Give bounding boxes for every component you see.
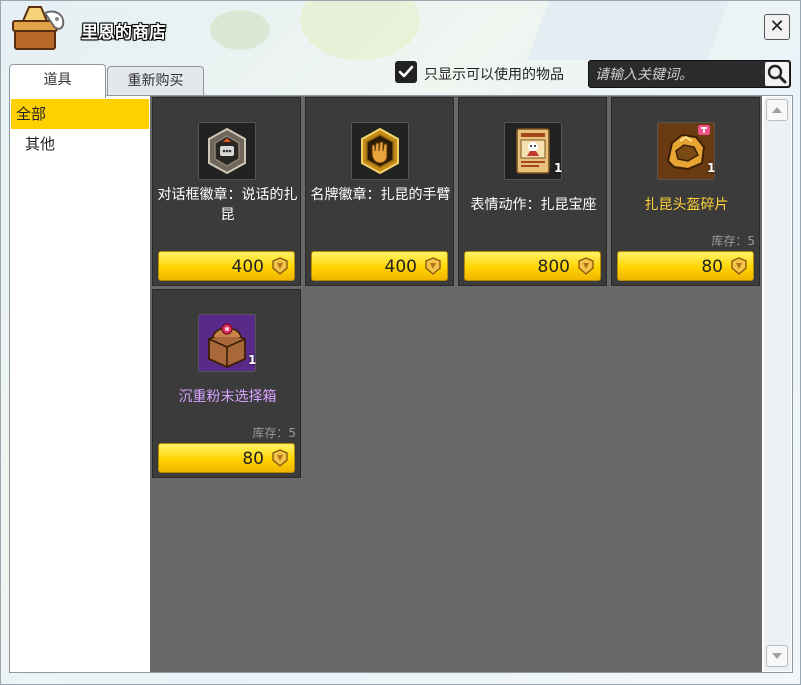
item-card[interactable]: 名牌徽章：扎昆的手臂 400 — [305, 97, 454, 286]
coin-icon — [272, 257, 288, 275]
item-icon-frame — [198, 122, 256, 180]
usable-only-checkbox[interactable] — [395, 61, 417, 83]
item-price: 400 — [231, 257, 264, 277]
item-card[interactable]: 1 扎昆头盔碎片 库存：5 80 — [611, 97, 760, 286]
item-card[interactable]: 1 沉重粉末选择箱 库存：5 80 — [152, 289, 301, 478]
search-icon — [767, 64, 787, 84]
close-icon: ✕ — [769, 16, 785, 37]
item-stock: 库存：5 — [252, 426, 296, 440]
item-icon-frame — [351, 122, 409, 180]
item-name: 扎昆头盔碎片 — [644, 197, 729, 213]
item-price: 80 — [701, 257, 723, 277]
buy-price-button[interactable]: 80 — [158, 443, 295, 473]
buy-price-button[interactable]: 800 — [464, 251, 601, 281]
item-card[interactable]: 对话框徽章：说话的扎昆 400 — [152, 97, 301, 286]
item-grid: 对话框徽章：说话的扎昆 400 名牌徽章：扎昆的手臂 400 1 表情动作：扎昆… — [150, 96, 762, 672]
close-button[interactable]: ✕ — [764, 14, 790, 40]
tab-items[interactable]: 道具 — [9, 64, 106, 98]
item-quantity: 1 — [248, 353, 257, 367]
item-price: 80 — [242, 449, 264, 469]
vertical-scrollbar[interactable] — [764, 97, 791, 671]
item-name: 沉重粉末选择箱 — [178, 389, 277, 405]
powder-box-icon — [199, 315, 255, 371]
coin-icon — [425, 257, 441, 275]
category-item-other[interactable]: 其他 — [11, 129, 149, 159]
title-bar[interactable]: 里恩的商店 ✕ — [1, 1, 801, 55]
item-name: 表情动作：扎昆宝座 — [470, 197, 597, 213]
arrow-down-icon — [772, 653, 782, 659]
buy-price-button[interactable]: 400 — [311, 251, 448, 281]
window-title: 里恩的商店 — [81, 23, 166, 43]
coin-icon — [578, 257, 594, 275]
shop-window: 里恩的商店 ✕ 道具 重新购买 只显示可以使用的物品 全部 其他 — [0, 0, 801, 685]
category-item-all[interactable]: 全部 — [11, 99, 149, 129]
item-name: 名牌徽章：扎昆的手臂 — [310, 187, 451, 203]
buy-price-button[interactable]: 400 — [158, 251, 295, 281]
arrow-up-icon — [772, 107, 782, 113]
tab-rebuy[interactable]: 重新购买 — [107, 66, 204, 96]
shop-stall-icon — [12, 6, 65, 50]
chat-badge-icon — [208, 127, 246, 175]
coin-icon — [272, 449, 288, 467]
item-price: 400 — [384, 257, 417, 277]
scroll-up-button[interactable] — [766, 99, 788, 121]
scroll-down-button[interactable] — [766, 645, 788, 667]
usable-only-label: 只显示可以使用的物品 — [424, 67, 564, 83]
item-name: 对话框徽章：说话的扎昆 — [157, 187, 298, 223]
item-stock: 库存：5 — [711, 234, 755, 248]
emote-card-icon — [516, 128, 550, 174]
checkmark-icon — [398, 65, 414, 78]
nametag-badge-icon — [361, 127, 399, 175]
coin-icon — [731, 257, 747, 275]
search-box — [588, 60, 791, 88]
item-quantity: 1 — [707, 161, 716, 175]
item-card[interactable]: 1 表情动作：扎昆宝座 800 — [458, 97, 607, 286]
helmet-fragment-icon — [658, 123, 714, 179]
item-price: 800 — [537, 257, 570, 277]
search-input[interactable] — [593, 63, 763, 87]
item-quantity: 1 — [554, 161, 563, 175]
category-list: 全部 其他 — [11, 97, 150, 671]
search-button[interactable] — [765, 62, 789, 86]
buy-price-button[interactable]: 80 — [617, 251, 754, 281]
